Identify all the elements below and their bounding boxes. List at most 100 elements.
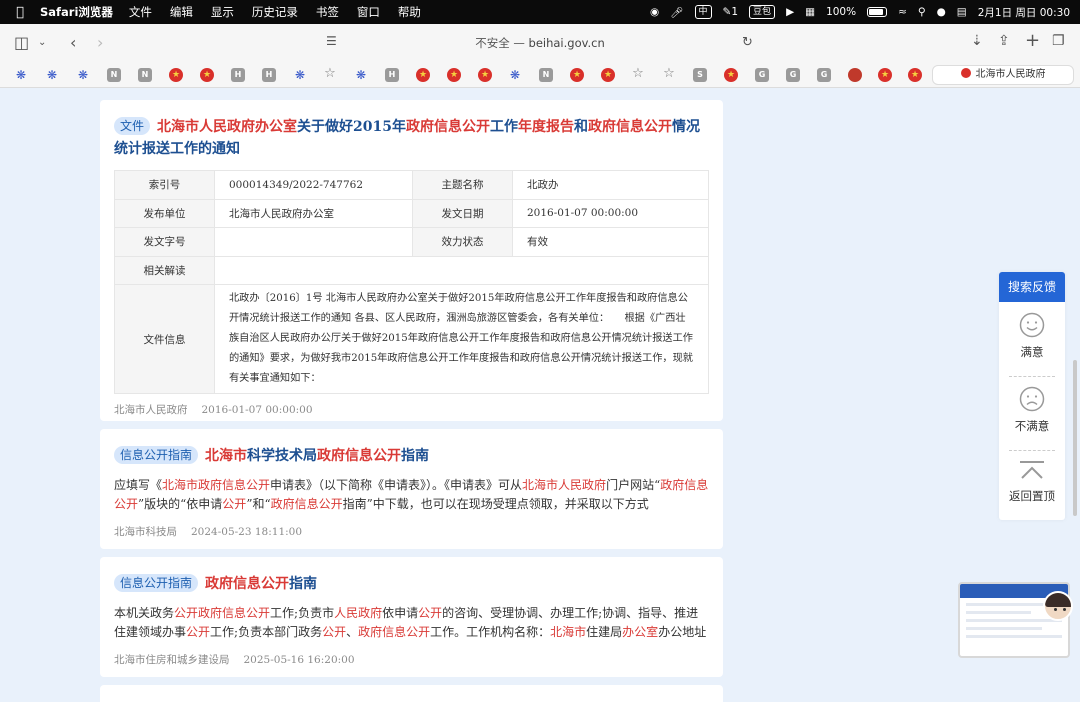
unsatisfied-button[interactable]: 不满意: [999, 386, 1065, 434]
document-info-text: 北政办〔2016〕1号 北海市人民政府办公室关于做好2015年政府信息公开工作年…: [214, 284, 709, 394]
baidu-paw-icon[interactable]: ❋: [45, 68, 59, 82]
baidu-paw-icon[interactable]: ❋: [76, 68, 90, 82]
share-icon[interactable]: ⇪: [998, 33, 1010, 49]
favorite-letter-icon[interactable]: N: [107, 68, 121, 82]
baidu-paw-icon[interactable]: ❋: [293, 68, 307, 82]
table-row: 发文字号 效力状态 有效: [114, 227, 709, 257]
menu-view[interactable]: 显示: [211, 4, 234, 20]
national-emblem-icon[interactable]: ★: [200, 68, 214, 82]
frown-icon: [1019, 386, 1045, 412]
menu-history[interactable]: 历史记录: [252, 4, 298, 20]
microphone-icon[interactable]: 🎤︎: [670, 6, 683, 19]
menu-edit[interactable]: 编辑: [170, 4, 193, 20]
favorite-letter-icon[interactable]: G: [755, 68, 769, 82]
control-center-icon[interactable]: ▤: [957, 6, 967, 18]
feedback-divider: [1009, 376, 1055, 377]
new-tab-icon[interactable]: +: [1025, 30, 1040, 51]
chevron-down-icon[interactable]: ⌄: [38, 37, 46, 48]
menu-file[interactable]: 文件: [129, 4, 152, 20]
active-tab[interactable]: 北海市人民政府: [932, 65, 1074, 85]
wifi-icon[interactable]: ≈: [898, 6, 907, 18]
record-icon[interactable]: ◉: [650, 6, 659, 18]
favorite-letter-icon[interactable]: G: [786, 68, 800, 82]
result-tag: 信息公开指南: [114, 574, 199, 592]
star-icon[interactable]: ☆: [662, 67, 676, 81]
assistant-avatar[interactable]: [1043, 591, 1073, 621]
avatar-eye: [1054, 608, 1057, 611]
macos-menubar:  Safari浏览器 文件 编辑 显示 历史记录 书签 窗口 帮助 ◉ 🎤︎ …: [0, 0, 1080, 24]
menu-window[interactable]: 窗口: [357, 4, 380, 20]
address-bar[interactable]: 不安全 — beihai.gov.cn: [330, 35, 750, 51]
meta-label: 发布单位: [114, 198, 215, 228]
notification-count[interactable]: ✎1: [723, 6, 739, 18]
star-icon[interactable]: ☆: [631, 67, 645, 81]
doubao-badge[interactable]: 豆包: [749, 5, 776, 19]
play-icon[interactable]: ▶: [786, 6, 794, 18]
result-title[interactable]: 文件 北海市人民政府办公室关于做好2015年政府信息公开工作年度报告和政府信息公开…: [114, 116, 709, 160]
baidu-paw-icon[interactable]: ❋: [508, 68, 522, 82]
active-tab-title: 北海市人民政府: [975, 69, 1046, 80]
satisfied-button[interactable]: 满意: [999, 312, 1065, 360]
favorite-letter-icon[interactable]: H: [231, 68, 245, 82]
forward-arrow-icon[interactable]: ›: [97, 33, 103, 52]
sidebar-toggle-icon[interactable]: ◫: [14, 33, 29, 52]
favorite-letter-icon[interactable]: H: [262, 68, 276, 82]
red-circle-icon[interactable]: [848, 68, 862, 82]
menubar-status-area: ◉ 🎤︎ 中 ✎1 豆包 ▶ ▦ 100% ≈ ⚲ ● ▤ 2月1日 周日 00…: [650, 0, 1070, 24]
national-emblem-icon[interactable]: ★: [478, 68, 492, 82]
avatar-hair: [1045, 593, 1071, 607]
meta-label: 主题名称: [412, 170, 513, 200]
baidu-paw-icon[interactable]: ❋: [354, 68, 368, 82]
national-emblem-icon[interactable]: ★: [169, 68, 183, 82]
star-icon[interactable]: ☆: [323, 67, 337, 81]
thumbnail-line: [966, 619, 1062, 622]
siri-icon[interactable]: ●: [937, 6, 946, 18]
menu-help[interactable]: 帮助: [398, 4, 421, 20]
meta-value: [214, 227, 413, 257]
national-emblem-icon[interactable]: ★: [908, 68, 922, 82]
favorite-letter-icon[interactable]: N: [138, 68, 152, 82]
national-emblem-icon[interactable]: ★: [724, 68, 738, 82]
input-method-badge[interactable]: 中: [694, 5, 712, 19]
back-arrow-icon[interactable]: ‹: [70, 33, 76, 52]
avatar-eye: [1063, 608, 1066, 611]
national-emblem-icon[interactable]: ★: [447, 68, 461, 82]
meta-value: 2016-01-07 00:00:00: [512, 198, 709, 228]
meta-label: 相关解读: [114, 255, 215, 285]
favorite-letter-icon[interactable]: S: [693, 68, 707, 82]
back-to-top-button[interactable]: 返回置顶: [999, 460, 1065, 504]
meta-value: [214, 255, 709, 285]
result-source: 北海市人民政府: [114, 404, 188, 416]
feedback-divider: [1009, 450, 1055, 451]
result-meta: 北海市人民政府 2016-01-07 00:00:00: [114, 402, 709, 417]
meta-value: 有效: [512, 227, 709, 257]
favorite-letter-icon[interactable]: H: [385, 68, 399, 82]
apple-logo-icon[interactable]: : [0, 5, 40, 20]
download-icon[interactable]: ⇣: [971, 33, 983, 49]
app-switch-icon[interactable]: ▦: [805, 6, 815, 18]
favorite-letter-icon[interactable]: G: [817, 68, 831, 82]
meta-label: 索引号: [114, 170, 215, 200]
meta-label: 发文日期: [412, 198, 513, 228]
result-title[interactable]: 信息公开指南 政府信息公开指南: [114, 573, 709, 595]
result-snippet: 应填写《北海市政府信息公开申请表》（以下简称《申请表》）。《申请表》可从北海市人…: [114, 478, 709, 511]
favorite-letter-icon[interactable]: N: [539, 68, 553, 82]
menubar-clock[interactable]: 2月1日 周日 00:30: [978, 5, 1070, 20]
tab-overview-icon[interactable]: ❐: [1052, 33, 1065, 49]
baidu-paw-icon[interactable]: ❋: [14, 68, 28, 82]
menu-bookmarks[interactable]: 书签: [316, 4, 339, 20]
result-title[interactable]: 信息公开指南 北海市科学技术局政府信息公开指南: [114, 445, 709, 467]
spotlight-search-icon[interactable]: ⚲: [918, 6, 926, 18]
page-scrollbar[interactable]: [1073, 360, 1077, 516]
address-host: beihai.gov.cn: [528, 36, 605, 50]
national-emblem-icon[interactable]: ★: [601, 68, 615, 82]
table-row: 发布单位 北海市人民政府办公室 发文日期 2016-01-07 00:00:00: [114, 198, 709, 228]
reload-icon[interactable]: ↻: [742, 35, 753, 50]
app-name-menu[interactable]: Safari浏览器: [40, 4, 113, 20]
search-feedback-panel: 搜索反馈 满意 不满意 返回置顶: [999, 272, 1065, 520]
national-emblem-icon[interactable]: ★: [416, 68, 430, 82]
battery-icon[interactable]: [867, 7, 888, 17]
result-meta: 北海市科技局 2024-05-23 18:11:00: [114, 524, 709, 539]
national-emblem-icon[interactable]: ★: [878, 68, 892, 82]
national-emblem-icon[interactable]: ★: [570, 68, 584, 82]
